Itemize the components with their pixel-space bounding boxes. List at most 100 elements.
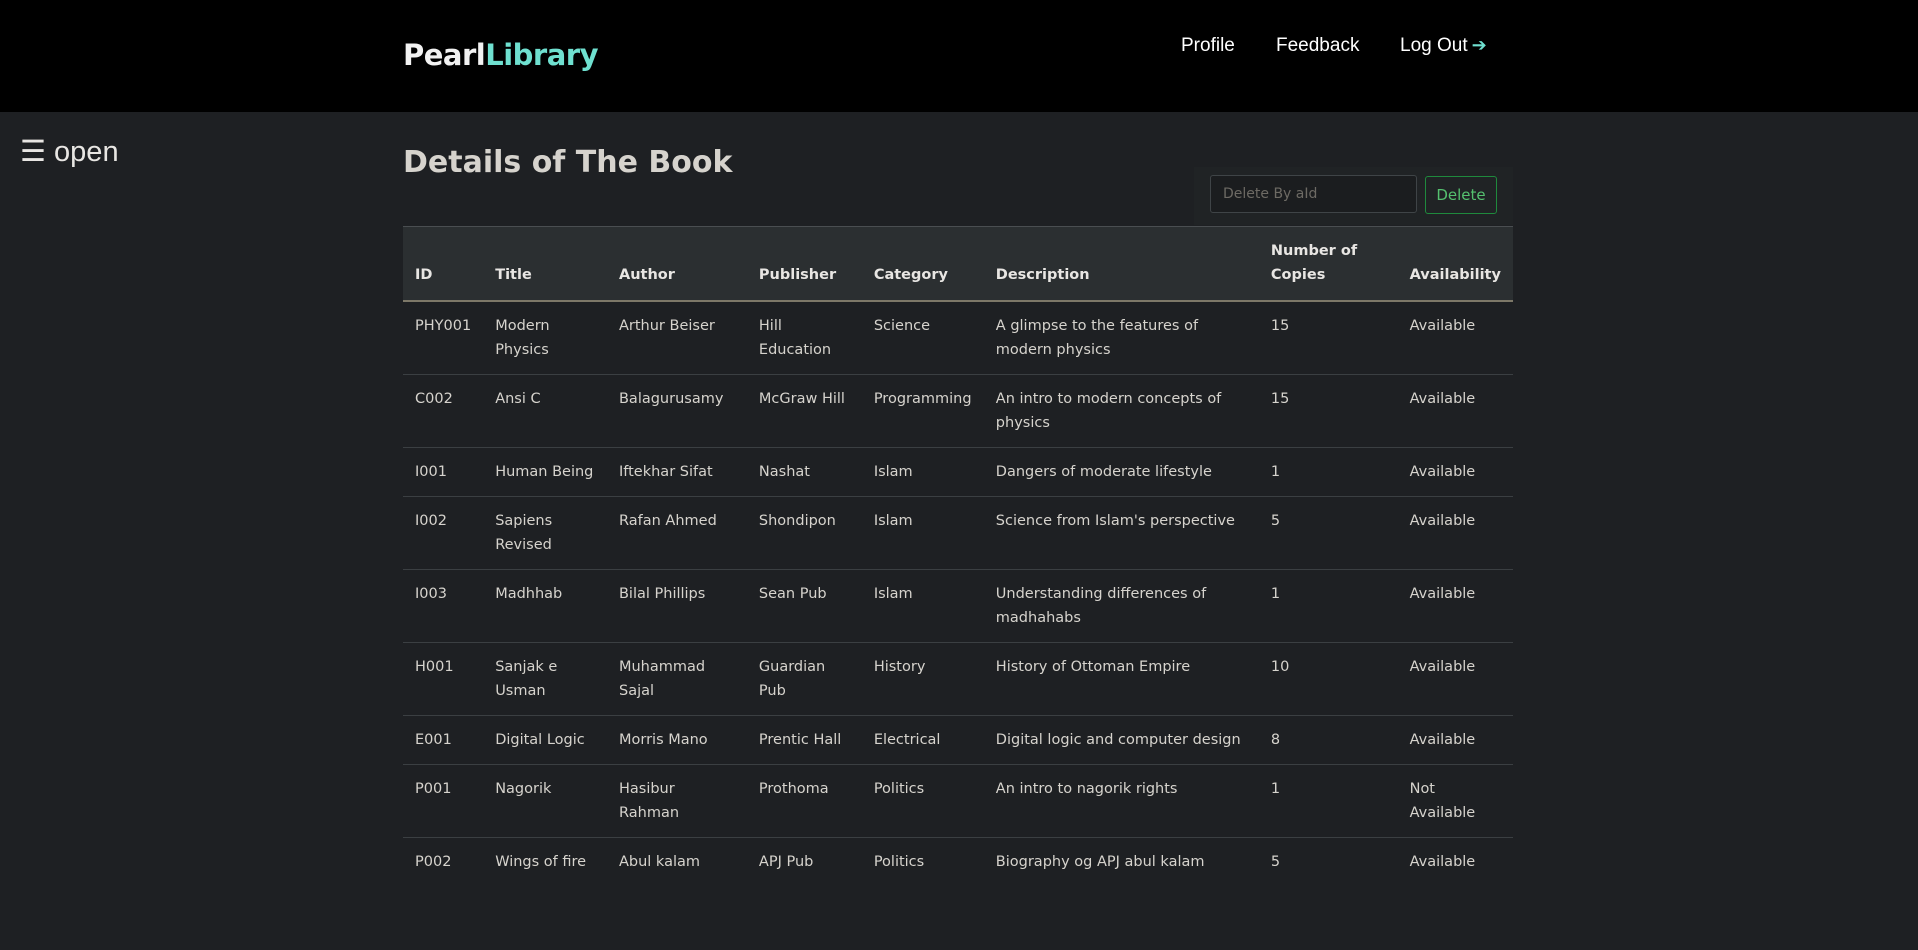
cell-copies: 5 (1258, 496, 1398, 570)
cell-description: An intro to nagorik rights (983, 764, 1259, 838)
cell-description: History of Ottoman Empire (983, 642, 1259, 716)
page-title: Details of The Book (403, 145, 733, 180)
cell-category: Islam (861, 569, 984, 643)
cell-category: Politics (873, 854, 925, 870)
cell-title: Ansi C (483, 374, 607, 448)
cell-publisher: APJ Pub (758, 854, 814, 870)
table-row: I002 Sapiens Revised Rafan Ahmed Shondipon I… (403, 496, 1513, 570)
cell-description: Digital logic and computer design (983, 715, 1259, 765)
cell-title: Sanjak e Usman (483, 642, 607, 716)
cell-availability: Available (1397, 496, 1513, 570)
cell-title: Madhhab (483, 569, 607, 643)
cell-id: I003 (403, 569, 484, 643)
cell-publisher: Shondipon (746, 496, 862, 570)
cell-title: Wings of fire (495, 854, 587, 870)
table-row: I001 Human Being Iftekhar Sifat Nashat Islam… (403, 447, 1513, 497)
nav-logout-link[interactable]: Log Out ➔ (1400, 35, 1487, 57)
column-header-author: Author (606, 226, 747, 302)
cell-copies: 8 (1258, 715, 1398, 765)
column-header-title: Title (483, 226, 607, 302)
table-body: PHY001 Modern Physics Arthur Beiser Hill Ed… (403, 301, 1513, 886)
column-header-category: Category (861, 226, 984, 302)
cell-availability: Available (1397, 447, 1513, 497)
cell-title: Human Being (483, 447, 607, 497)
cell-category: Programming (861, 374, 984, 448)
column-header-availability: Availability (1397, 226, 1513, 302)
delete-form: Delete (1194, 167, 1513, 225)
brand-part-2: Library (485, 38, 598, 72)
cell-title: Nagorik (483, 764, 607, 838)
table-header: ID Title Author Publisher Category Descriptio… (403, 226, 1513, 302)
cell-title: Digital Logic (483, 715, 607, 765)
delete-by-id-input[interactable] (1210, 175, 1417, 213)
cell-id: P001 (403, 764, 484, 838)
cell-author: Arthur Beiser (606, 301, 747, 375)
delete-button[interactable]: Delete (1425, 176, 1497, 214)
brand-part-1: Pearl (403, 38, 486, 72)
cell-category: Islam (861, 447, 984, 497)
cell-availability: Available (1397, 569, 1513, 643)
cell-category: Islam (861, 496, 984, 570)
cell-publisher: Sean Pub (746, 569, 862, 643)
cell-category: Politics (861, 764, 984, 838)
cell-id: H001 (403, 642, 484, 716)
cell-publisher: Nashat (746, 447, 862, 497)
cell-description: Science from Islam's perspective (983, 496, 1259, 570)
table-row: I003 Madhhab Bilal Phillips Sean Pub Islam Un… (403, 569, 1513, 643)
logout-icon: ➔ (1471, 35, 1487, 55)
cell-author: Hasibur Rahman (606, 764, 747, 838)
cell-title: Modern Physics (483, 301, 607, 375)
cell-publisher: Guardian Pub (746, 642, 862, 716)
books-table: ID Title Author Publisher Category Descriptio… (403, 226, 1513, 886)
nav-feedback-link[interactable]: Feedback (1276, 35, 1359, 57)
nav-feedback-label: Feedback (1276, 35, 1360, 56)
cell-description: A glimpse to the features of modern phys… (983, 301, 1259, 375)
cell-category: Science (861, 301, 984, 375)
cell-publisher: Hill Education (746, 301, 862, 375)
cell-author: Balagurusamy (606, 374, 747, 448)
nav-profile-link[interactable]: Profile (1181, 35, 1235, 57)
cell-copies: 1 (1258, 569, 1398, 643)
column-header-description: Description (983, 226, 1259, 302)
cell-availability: Available (1397, 715, 1513, 765)
table-row: C002 Ansi C Balagurusamy McGraw Hill Program… (403, 374, 1513, 448)
cell-publisher: McGraw Hill (746, 374, 862, 448)
cell-description: An intro to modern concepts of physics (983, 374, 1259, 448)
cell-copies: 15 (1258, 374, 1398, 448)
cell-title: Sapiens Revised (483, 496, 607, 570)
cell-author: Bilal Phillips (606, 569, 747, 643)
table-row: P001 Nagorik Hasibur Rahman Prothoma Politic… (403, 764, 1513, 838)
cell-availability: Available (1409, 854, 1476, 870)
cell-description: Understanding differences of madhahabs (983, 569, 1259, 643)
cell-id: I002 (403, 496, 484, 570)
sidebar-open-toggle[interactable]: ☰ open (20, 134, 119, 169)
header-row: ID Title Author Publisher Category Descriptio… (403, 226, 1513, 302)
cell-author: Muhammad Sajal (606, 642, 747, 716)
table-row: P002 Wings of fire Abul kalam APJ Pub Politi… (403, 838, 1513, 887)
cell-id: PHY001 (403, 301, 484, 375)
cell-copies: 10 (1258, 642, 1398, 716)
table-row: PHY001 Modern Physics Arthur Beiser Hill Ed… (403, 301, 1513, 375)
cell-copies: 5 (1270, 854, 1281, 870)
cell-availability: Not Available (1397, 764, 1513, 838)
cell-author: Iftekhar Sifat (606, 447, 747, 497)
cell-author: Rafan Ahmed (606, 496, 747, 570)
cell-id: P002 (415, 854, 452, 870)
cell-author: Abul kalam (618, 854, 701, 870)
cell-availability: Available (1397, 301, 1513, 375)
table-row: E001 Digital Logic Morris Mano Prentic Hall… (403, 715, 1513, 765)
cell-id: I001 (403, 447, 484, 497)
cell-category: History (861, 642, 984, 716)
cell-publisher: Prentic Hall (746, 715, 862, 765)
column-header-copies: Number of Copies (1258, 226, 1398, 302)
cell-copies: 15 (1258, 301, 1398, 375)
cell-description: Dangers of moderate lifestyle (983, 447, 1259, 497)
cell-availability: Available (1397, 374, 1513, 448)
cell-id: E001 (403, 715, 484, 765)
brand-logo[interactable]: PearlLibrary (403, 38, 598, 72)
cell-copies: 1 (1258, 764, 1398, 838)
cell-description: Biography og APJ abul kalam (995, 854, 1205, 870)
cell-copies: 1 (1258, 447, 1398, 497)
cell-category: Electrical (861, 715, 984, 765)
cell-author: Morris Mano (606, 715, 747, 765)
